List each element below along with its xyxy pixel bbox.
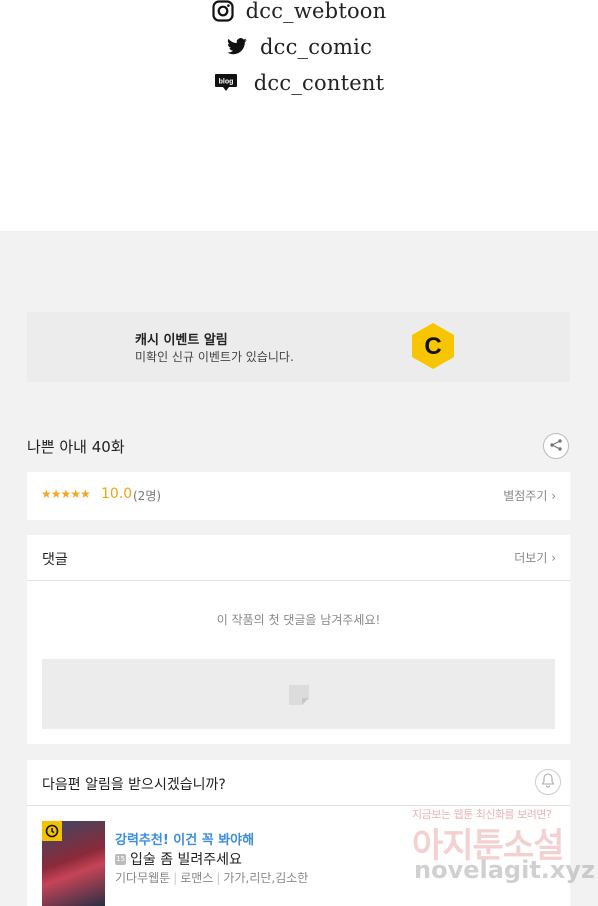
comment-card: 댓글 더보기 › 이 작품의 첫 댓글을 남겨주세요!: [27, 535, 570, 744]
recommend-title-row[interactable]: 15 입술 좀 빌려주세요: [115, 849, 242, 869]
recommend-thumbnail[interactable]: [42, 821, 105, 906]
recommend-tag: 강력추천! 이건 꼭 봐야해: [115, 833, 255, 848]
recommend-genre: 로맨스: [180, 871, 214, 885]
cash-event-subtitle: 미확인 신규 이벤트가 있습니다.: [135, 350, 294, 364]
rating-card: ★★★★★ 10.0 (2명) 별점주기 ›: [27, 472, 570, 520]
twitter-icon: [226, 38, 248, 56]
cash-logo-letter: C: [424, 333, 441, 360]
social-links-section: dcc_webtoon dcc_comic blog dcc_content: [0, 0, 598, 231]
comment-input-area[interactable]: [42, 659, 555, 729]
empty-comment-message: 이 작품의 첫 댓글을 남겨주세요!: [216, 613, 381, 627]
instagram-icon: [212, 0, 234, 22]
recommend-authors: 가가,리단,김소한: [223, 871, 309, 885]
recommend-platform: 기다무웹툰: [115, 871, 171, 885]
comments-more-link[interactable]: 더보기 ›: [514, 549, 556, 566]
meta-divider: |: [216, 871, 221, 885]
comment-header: 댓글 더보기 ›: [27, 535, 570, 581]
social-link-twitter[interactable]: dcc_comic: [0, 32, 598, 62]
share-button[interactable]: [543, 433, 569, 459]
social-link-instagram[interactable]: dcc_webtoon: [0, 0, 598, 26]
bell-icon: [540, 772, 556, 792]
rate-button[interactable]: 별점주기 ›: [503, 487, 556, 504]
blog-icon: blog: [214, 73, 238, 93]
watermark-line-3: novelagit.xyz: [414, 856, 596, 884]
cash-event-title: 캐시 이벤트 알림: [135, 333, 228, 348]
svg-text:blog: blog: [218, 79, 233, 86]
wait-free-clock-icon: [42, 821, 62, 841]
recommend-meta: 기다무웹툰 | 로맨스 | 가가,리단,김소한: [115, 869, 308, 886]
meta-divider: |: [173, 871, 178, 885]
age-rating-badge: 15: [115, 853, 126, 865]
blog-handle: dcc_content: [253, 71, 385, 95]
comment-title: 댓글: [42, 552, 68, 568]
instagram-handle: dcc_webtoon: [245, 0, 387, 23]
cash-event-banner[interactable]: 캐시 이벤트 알림 미확인 신규 이벤트가 있습니다. C: [27, 312, 570, 382]
episode-title: 나쁜 아내 40화: [27, 438, 125, 456]
notify-bell-button[interactable]: [535, 769, 561, 795]
social-link-blog[interactable]: blog dcc_content: [0, 68, 598, 98]
rating-score: 10.0: [101, 486, 133, 502]
notify-header: 다음편 알림을 받으시겠습니까?: [27, 760, 570, 806]
twitter-handle: dcc_comic: [259, 35, 373, 59]
cash-logo-icon: C: [410, 322, 456, 370]
rating-stars: ★★★★★: [41, 487, 91, 501]
recommend-title: 입술 좀 빌려주세요: [130, 852, 242, 868]
rating-count: (2명): [133, 489, 162, 503]
share-icon: [549, 437, 563, 456]
placeholder-image-icon: [288, 684, 309, 705]
notify-title: 다음편 알림을 받으시겠습니까?: [42, 777, 226, 793]
